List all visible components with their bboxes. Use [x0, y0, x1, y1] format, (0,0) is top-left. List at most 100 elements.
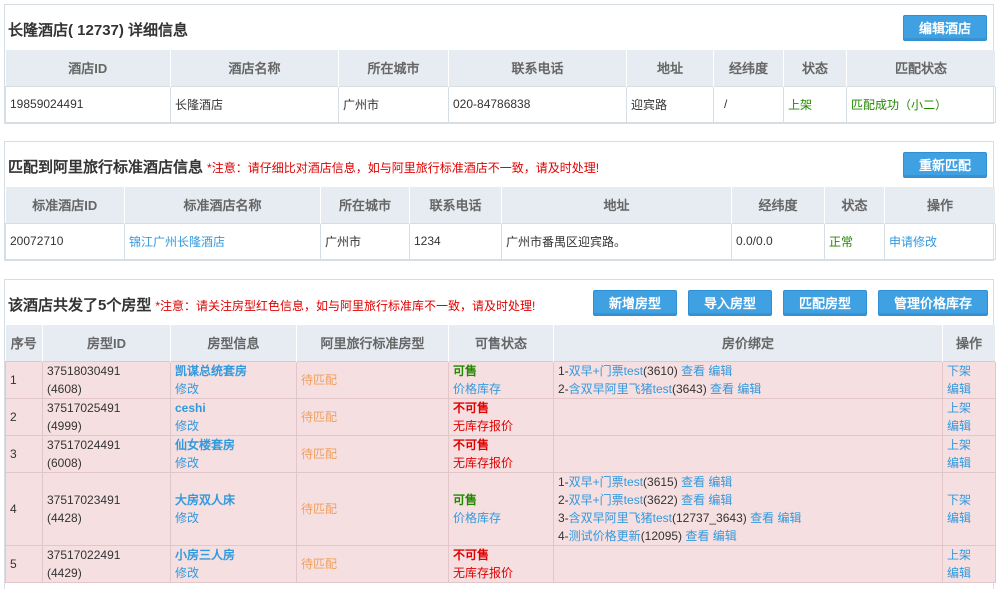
- standard-city: 广州市: [320, 222, 410, 260]
- room-index: 2: [5, 397, 43, 436]
- room-id: 37517025491: [47, 400, 121, 415]
- col-standard-room: 阿里旅行标准房型: [296, 325, 449, 361]
- table-row: 19859024491 长隆酒店 广州市 020-84786838 迎宾路 / …: [5, 85, 996, 123]
- room-modify-link[interactable]: 修改: [175, 417, 292, 435]
- sale-status: 不可售: [453, 547, 490, 562]
- col-city: 所在城市: [338, 50, 449, 86]
- rate-plan-link[interactable]: 测试价格更新: [569, 529, 641, 543]
- edit-binding-link[interactable]: 编辑: [708, 364, 732, 378]
- col-coords: 经纬度: [713, 50, 784, 86]
- edit-binding-link[interactable]: 编辑: [708, 493, 732, 507]
- operation-cell: 上架 编辑: [942, 397, 996, 436]
- room-modify-link[interactable]: 修改: [175, 509, 292, 527]
- manage-price-stock-button[interactable]: 管理价格库存: [878, 290, 988, 316]
- view-binding-link[interactable]: 查看: [681, 364, 705, 378]
- toggle-listing-link[interactable]: 下架: [947, 491, 991, 509]
- rate-plan-link[interactable]: 双早+门票test: [569, 475, 643, 489]
- price-stock-link[interactable]: 价格库存: [453, 509, 549, 527]
- edit-room-link[interactable]: 编辑: [947, 417, 991, 435]
- rematch-button[interactable]: 重新匹配: [903, 152, 987, 178]
- price-stock-link[interactable]: 无库存报价: [453, 564, 549, 582]
- room-name-link[interactable]: 凯谋总统套房: [175, 362, 292, 380]
- toggle-listing-link[interactable]: 上架: [947, 436, 991, 454]
- sale-status: 可售: [453, 363, 478, 378]
- standard-room-status: 待匹配: [296, 360, 449, 399]
- match-room-type-button[interactable]: 匹配房型: [783, 290, 867, 316]
- standard-coords: 0.0/0.0: [731, 222, 825, 260]
- standard-room-status: 待匹配: [296, 397, 449, 436]
- room-name-link[interactable]: 大房双人床: [175, 491, 292, 509]
- rate-plan-link[interactable]: 双早+门票test: [569, 364, 643, 378]
- hotel-address: 迎宾路: [626, 85, 714, 123]
- view-binding-link[interactable]: 查看: [681, 493, 705, 507]
- col-match-status: 匹配状态: [846, 50, 996, 86]
- room-types-header-row: 序号 房型ID 房型信息 阿里旅行标准房型 可售状态 房价绑定 操作: [5, 325, 996, 361]
- room-modify-link[interactable]: 修改: [175, 564, 292, 582]
- room-name-link[interactable]: 仙女楼套房: [175, 436, 292, 454]
- operation-cell: 上架 编辑: [942, 434, 996, 473]
- room-sub-id: (6008): [47, 455, 82, 470]
- edit-binding-link[interactable]: 编辑: [708, 475, 732, 489]
- hotel-detail-header-row: 酒店ID 酒店名称 所在城市 联系电话 地址 经纬度 状态 匹配状态: [5, 50, 996, 86]
- col-room-info: 房型信息: [170, 325, 297, 361]
- room-name-link[interactable]: ceshi: [175, 399, 292, 417]
- col-status: 状态: [824, 187, 885, 223]
- room-modify-link[interactable]: 修改: [175, 380, 292, 398]
- price-binding-cell: 1-双早+门票test(3615) 查看 编辑 2-双早+门票test(3622)…: [553, 471, 943, 546]
- room-types-body: 1 37518030491 (4608) 凯谋总统套房 修改 待匹配 可售 价格库存 1-双早+…: [5, 360, 996, 583]
- table-row: 3 37517024491 (6008) 仙女楼套房 修改 待匹配 不可售 无库存报价 上架 编辑: [5, 434, 996, 473]
- room-info-cell: 凯谋总统套房 修改: [170, 360, 297, 399]
- add-room-type-button[interactable]: 新增房型: [593, 290, 677, 316]
- operation-cell: 上架 编辑: [942, 544, 996, 583]
- hotel-detail-panel: 长隆酒店( 12737) 详细信息 编辑酒店 酒店ID 酒店名称 所在城市 联系…: [4, 4, 996, 124]
- room-sub-id: (4429): [47, 565, 82, 580]
- standard-phone: 1234: [409, 222, 502, 260]
- price-binding-item: 1-双早+门票test(3610) 查看 编辑: [558, 363, 733, 378]
- room-modify-link[interactable]: 修改: [175, 454, 292, 472]
- edit-binding-link[interactable]: 编辑: [713, 529, 737, 543]
- price-binding-cell: [553, 434, 943, 473]
- price-stock-link[interactable]: 无库存报价: [453, 417, 549, 435]
- toggle-listing-link[interactable]: 上架: [947, 399, 991, 417]
- hotel-name: 长隆酒店: [170, 85, 339, 123]
- view-binding-link[interactable]: 查看: [710, 382, 734, 396]
- request-edit-link[interactable]: 申请修改: [884, 222, 996, 260]
- room-id-cell: 37517024491 (6008): [42, 434, 171, 473]
- standard-hotel-name-link[interactable]: 锦江广州长隆酒店: [124, 222, 321, 260]
- standard-hotel-title: 匹配到阿里旅行标准酒店信息 *注意：请仔细比对酒店信息，如与阿里旅行标准酒店不一致…: [8, 156, 599, 177]
- room-id: 37517024491: [47, 437, 121, 452]
- sale-status: 不可售: [453, 437, 490, 452]
- rate-plan-link[interactable]: 双早+门票test: [569, 493, 643, 507]
- room-id: 37518030491: [47, 363, 121, 378]
- room-name-link[interactable]: 小房三人房: [175, 546, 292, 564]
- room-sub-id: (4999): [47, 418, 82, 433]
- edit-hotel-button[interactable]: 编辑酒店: [903, 15, 987, 41]
- price-binding-cell: [553, 397, 943, 436]
- toggle-listing-link[interactable]: 下架: [947, 362, 991, 380]
- edit-room-link[interactable]: 编辑: [947, 380, 991, 398]
- view-binding-link[interactable]: 查看: [750, 511, 774, 525]
- room-info-cell: 大房双人床 修改: [170, 471, 297, 546]
- edit-room-link[interactable]: 编辑: [947, 509, 991, 527]
- room-index: 3: [5, 434, 43, 473]
- view-binding-link[interactable]: 查看: [681, 475, 705, 489]
- rate-plan-link[interactable]: 含双早阿里飞猪test: [569, 511, 672, 525]
- edit-binding-link[interactable]: 编辑: [777, 511, 801, 525]
- edit-binding-link[interactable]: 编辑: [737, 382, 761, 396]
- import-room-type-button[interactable]: 导入房型: [688, 290, 772, 316]
- hotel-detail-title: 长隆酒店( 12737) 详细信息: [8, 22, 189, 39]
- price-stock-link[interactable]: 无库存报价: [453, 454, 549, 472]
- rate-plan-link[interactable]: 含双早阿里飞猪test: [569, 382, 672, 396]
- hotel-status: 上架: [783, 85, 847, 123]
- col-address: 地址: [626, 50, 714, 86]
- edit-room-link[interactable]: 编辑: [947, 454, 991, 472]
- sale-status: 可售: [453, 492, 478, 507]
- edit-room-link[interactable]: 编辑: [947, 564, 991, 582]
- col-room-id: 房型ID: [42, 325, 171, 361]
- hotel-match-status: 匹配成功（小二）: [846, 85, 996, 123]
- col-phone: 联系电话: [409, 187, 502, 223]
- price-stock-link[interactable]: 价格库存: [453, 380, 549, 398]
- sale-status-cell: 不可售 无库存报价: [448, 434, 554, 473]
- view-binding-link[interactable]: 查看: [685, 529, 709, 543]
- toggle-listing-link[interactable]: 上架: [947, 546, 991, 564]
